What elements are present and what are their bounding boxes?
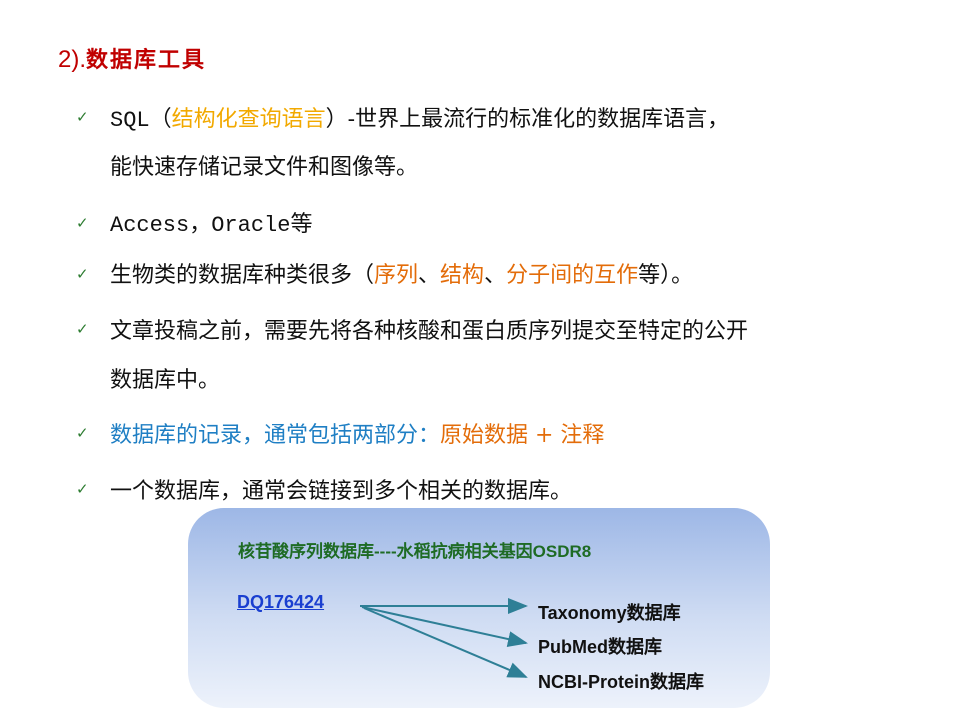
arrow-to-ncbi-protein: [363, 607, 528, 678]
link-arrows: [360, 598, 528, 678]
target-pubmed[interactable]: PubMed数据库: [538, 633, 662, 659]
target-ncbi-protein[interactable]: NCBI-Protein数据库: [538, 668, 704, 694]
arrow-to-pubmed: [361, 606, 528, 647]
target-taxonomy[interactable]: Taxonomy数据库: [538, 599, 681, 625]
